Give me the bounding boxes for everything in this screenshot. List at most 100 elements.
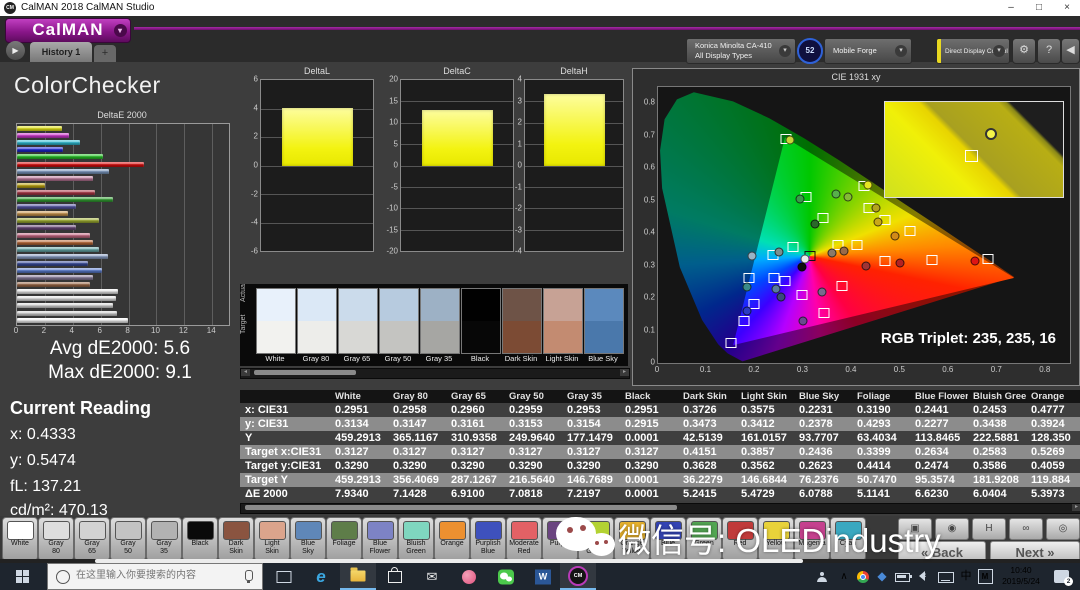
patch-button-gray-80[interactable]: Gray80 bbox=[38, 517, 74, 561]
swatch-compare-cell[interactable] bbox=[502, 288, 542, 354]
tab-history-1[interactable]: History 1 bbox=[30, 42, 92, 62]
taskbar-item-store[interactable] bbox=[377, 563, 413, 590]
deltae2000-chart-title: DeltaE 2000 bbox=[8, 110, 236, 120]
swatch-compare-cell[interactable] bbox=[584, 288, 624, 354]
table-cell: 7.0818 bbox=[504, 487, 562, 501]
volume-muted-button[interactable]: × bbox=[914, 563, 934, 590]
table-scrollbar-thumb[interactable] bbox=[245, 505, 677, 510]
table-column-header: Gray 80 bbox=[388, 390, 446, 403]
delta-gridline bbox=[261, 194, 373, 195]
scroll-left-icon[interactable]: ◂ bbox=[241, 369, 250, 376]
swatch-compare-cell[interactable] bbox=[379, 288, 419, 354]
patch-label: Gray35 bbox=[147, 540, 181, 556]
notification-center-button[interactable]: 2 bbox=[1054, 570, 1069, 583]
delta-y-tick-label: 0 bbox=[508, 161, 522, 170]
clock-date: 2019/5/24 bbox=[994, 576, 1048, 587]
swatch-compare-cell[interactable] bbox=[461, 288, 501, 354]
store-bag-icon bbox=[388, 571, 402, 583]
patch-button-white[interactable]: White bbox=[2, 517, 38, 561]
swatch-compare-cell[interactable] bbox=[297, 288, 337, 354]
start-button[interactable] bbox=[0, 563, 46, 590]
play-button[interactable]: ▶ bbox=[6, 41, 25, 60]
settings-button[interactable]: ⚙ bbox=[1012, 38, 1036, 64]
cie-target-square bbox=[748, 299, 759, 309]
ime-mode-button[interactable]: 中 bbox=[958, 563, 974, 590]
table-cell: 0.4059 bbox=[1026, 459, 1080, 473]
taskbar-item-word[interactable]: W bbox=[525, 563, 561, 590]
swatch-compare-cell[interactable] bbox=[420, 288, 460, 354]
chrome-tray-button[interactable] bbox=[854, 563, 872, 590]
swatch-target bbox=[339, 321, 377, 353]
touch-keyboard-button[interactable] bbox=[936, 563, 956, 590]
scroll-right-icon[interactable]: ▸ bbox=[620, 369, 629, 376]
meter-dropdown[interactable]: Konica Minolta CA-410 All Display Types … bbox=[686, 38, 796, 64]
table-cell: 0.3190 bbox=[852, 403, 910, 417]
task-view-button[interactable] bbox=[266, 563, 302, 590]
patch-button-gray-65[interactable]: Gray65 bbox=[74, 517, 110, 561]
patch-button-moderate-red[interactable]: ModerateRed bbox=[506, 517, 542, 561]
taskbar-item-photos[interactable] bbox=[451, 563, 487, 590]
people-tray-button[interactable] bbox=[812, 563, 832, 590]
deltae-bar bbox=[17, 154, 103, 159]
swatch-scrollbar[interactable]: ◂ ▸ bbox=[240, 368, 630, 379]
patch-button-black[interactable]: Black bbox=[182, 517, 218, 561]
swatch-compare-cell[interactable] bbox=[256, 288, 296, 354]
table-cell: 0.2583 bbox=[968, 445, 1026, 459]
swatch-compare-cell[interactable] bbox=[543, 288, 583, 354]
maximize-button[interactable]: □ bbox=[1026, 0, 1052, 16]
delta-gridline bbox=[525, 187, 623, 188]
patch-button-blue-flower[interactable]: BlueFlower bbox=[362, 517, 398, 561]
close-button[interactable]: × bbox=[1054, 0, 1080, 16]
swatch-compare-cell[interactable] bbox=[338, 288, 378, 354]
patch-button-bluish-green[interactable]: BluishGreen bbox=[398, 517, 434, 561]
help-button[interactable]: ? bbox=[1037, 38, 1061, 64]
deltae-bar bbox=[17, 318, 128, 323]
search-input[interactable] bbox=[74, 569, 238, 582]
delta-y-tick-label: -2 bbox=[244, 189, 258, 198]
collapse-panel-button[interactable]: ◀ bbox=[1061, 38, 1080, 64]
table-cell: 181.9208 bbox=[968, 473, 1026, 487]
scroll-right-icon[interactable]: ▸ bbox=[1072, 504, 1080, 511]
taskbar-item-mail[interactable]: ✉ bbox=[414, 563, 450, 590]
table-scrollbar[interactable]: ▸ bbox=[240, 503, 1080, 514]
taskbar-item-calman[interactable]: CM bbox=[560, 563, 596, 590]
swatch-actual bbox=[298, 289, 336, 321]
patch-button-gray-35[interactable]: Gray35 bbox=[146, 517, 182, 561]
table-cell: 0.4777 bbox=[1026, 403, 1080, 417]
add-tab-button[interactable]: + bbox=[94, 45, 116, 62]
patch-button-dark-skin[interactable]: DarkSkin bbox=[218, 517, 254, 561]
patch-button-orange[interactable]: Orange bbox=[434, 517, 470, 561]
display-control-dropdown[interactable]: Direct Display Control ▾ bbox=[936, 38, 1010, 64]
patch-button-foliage[interactable]: Foliage bbox=[326, 517, 362, 561]
show-hidden-icons-button[interactable]: ∧ bbox=[836, 563, 852, 590]
patch-label: PurplishBlue bbox=[471, 540, 505, 556]
battery-tray-button[interactable] bbox=[892, 563, 912, 590]
table-cell: 365.1167 bbox=[388, 431, 446, 445]
calman-logo-menu[interactable]: CalMAN ▾ bbox=[5, 18, 131, 43]
patch-tool-button[interactable]: ∞ bbox=[1009, 518, 1043, 540]
speaker-muted-icon: × bbox=[914, 571, 928, 581]
patch-tool-button[interactable]: H bbox=[972, 518, 1006, 540]
patch-button-gray-50[interactable]: Gray50 bbox=[110, 517, 146, 561]
ime-tool-button[interactable]: M bbox=[976, 563, 994, 590]
patch-button-light-skin[interactable]: LightSkin bbox=[254, 517, 290, 561]
table-column-header: Dark Skin bbox=[678, 390, 736, 403]
table-cell: 0.4293 bbox=[852, 417, 910, 431]
taskbar-item-edge[interactable]: e bbox=[303, 563, 339, 590]
swatch-target bbox=[298, 321, 336, 353]
table-cell: 128.350 bbox=[1026, 431, 1080, 445]
taskbar-search[interactable] bbox=[47, 563, 263, 590]
taskbar-clock[interactable]: 10:40 2019/5/24 bbox=[994, 565, 1048, 587]
source-dropdown[interactable]: Mobile Forge ▾ bbox=[824, 38, 912, 64]
taskbar-item-explorer[interactable] bbox=[340, 563, 376, 590]
patch-button-purplish-blue[interactable]: PurplishBlue bbox=[470, 517, 506, 561]
table-cell: 0.2960 bbox=[446, 403, 504, 417]
taskbar-item-wechat[interactable] bbox=[488, 563, 524, 590]
swatch-scrollbar-thumb[interactable] bbox=[254, 370, 356, 375]
patch-button-blue-sky[interactable]: BlueSky bbox=[290, 517, 326, 561]
patch-tool-button[interactable]: ◎ bbox=[1046, 518, 1080, 540]
calman-app-window: CM CalMAN 2018 CalMAN Studio – □ × CalMA… bbox=[0, 0, 1080, 590]
onedrive-tray-button[interactable]: ◆ bbox=[874, 563, 890, 590]
swatch-actual bbox=[544, 289, 582, 321]
minimize-button[interactable]: – bbox=[998, 0, 1024, 16]
